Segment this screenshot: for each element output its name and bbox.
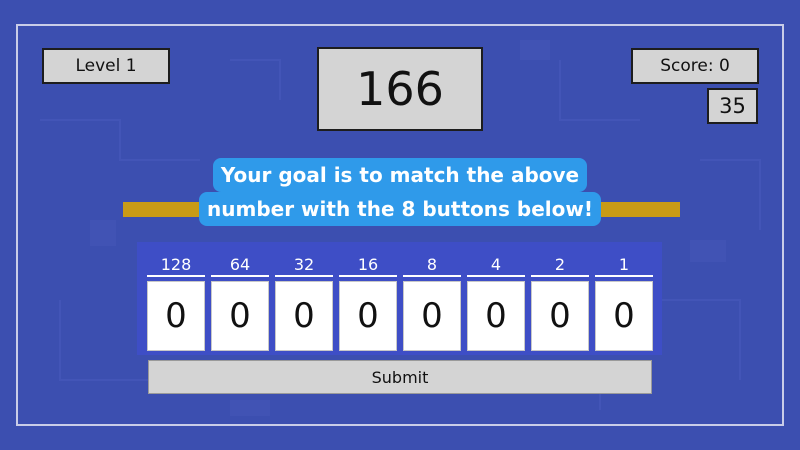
bit-label-16: 16 [339,255,397,277]
bit-column-128: 128 0 [147,242,205,355]
instruction-banner: Your goal is to match the above number w… [188,158,612,230]
submit-button[interactable]: Submit [148,360,652,394]
bit-label-4: 4 [467,255,525,277]
bit-button-4[interactable]: 0 [467,281,525,351]
instruction-line-2: number with the 8 buttons below! [199,192,601,226]
bit-column-4: 4 0 [467,242,525,355]
bit-label-32: 32 [275,255,333,277]
score-display: Score: 0 [631,48,759,84]
level-indicator: Level 1 [42,48,170,84]
bit-button-8[interactable]: 0 [403,281,461,351]
timer-display: 35 [707,88,758,124]
bit-label-1: 1 [595,255,653,277]
bit-column-8: 8 0 [403,242,461,355]
bit-column-2: 2 0 [531,242,589,355]
bit-label-128: 128 [147,255,205,277]
bit-button-16[interactable]: 0 [339,281,397,351]
bit-label-64: 64 [211,255,269,277]
bit-column-64: 64 0 [211,242,269,355]
bit-button-32[interactable]: 0 [275,281,333,351]
bit-column-1: 1 0 [595,242,653,355]
bit-button-panel: 128 0 64 0 32 0 16 0 8 0 4 0 2 0 1 0 [137,242,662,355]
bit-column-32: 32 0 [275,242,333,355]
bit-label-8: 8 [403,255,461,277]
bit-button-2[interactable]: 0 [531,281,589,351]
target-number-display: 166 [317,47,483,131]
bit-button-64[interactable]: 0 [211,281,269,351]
instruction-line-1: Your goal is to match the above [212,158,588,192]
bit-label-2: 2 [531,255,589,277]
bit-column-16: 16 0 [339,242,397,355]
bit-button-128[interactable]: 0 [147,281,205,351]
bit-button-1[interactable]: 0 [595,281,653,351]
